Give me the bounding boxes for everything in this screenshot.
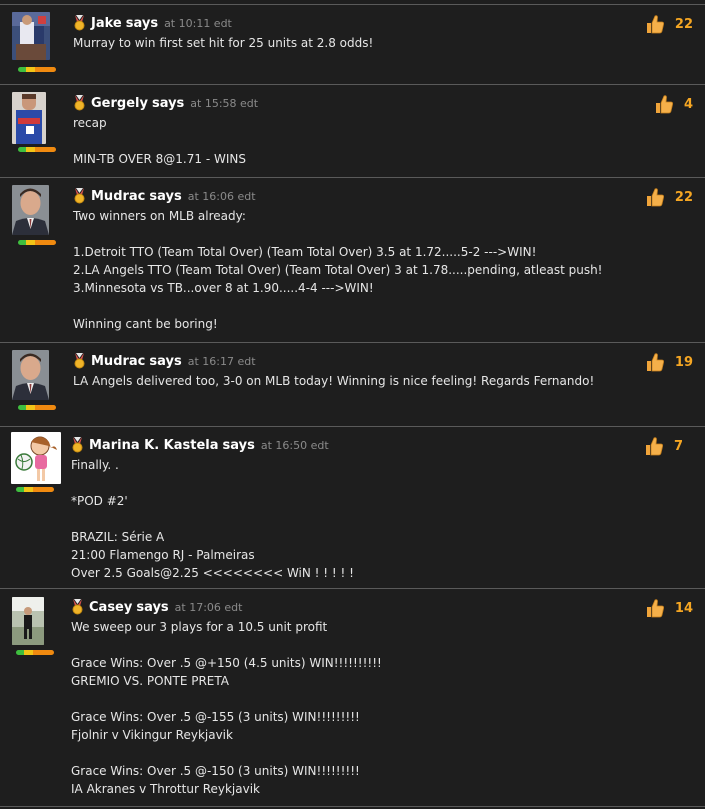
says-label: says — [149, 188, 182, 204]
rank-bar — [18, 147, 56, 152]
like-widget[interactable]: 14 — [645, 598, 693, 618]
like-count: 22 — [674, 189, 693, 205]
comment-line — [73, 297, 625, 315]
avatar[interactable] — [11, 432, 61, 484]
timestamp: at 16:17 edt — [187, 354, 256, 368]
thumbs-up-icon[interactable] — [645, 598, 665, 618]
says-label: says — [125, 15, 159, 31]
comment-line — [71, 510, 625, 528]
medal-icon — [74, 353, 85, 369]
avatar[interactable] — [12, 92, 46, 144]
comment-body: recap MIN-TB OVER 8@1.71 - WINS — [73, 114, 625, 168]
comment-line: Murray to win first set hit for 25 units… — [73, 36, 374, 50]
comment-line: IA Akranes v Throttur Reykjavik — [71, 782, 260, 796]
comment-line: Finally. . — [71, 458, 119, 472]
comment-line — [71, 636, 625, 654]
comment-line: Over 2.5 Goals@2.25 <<<<<<<< WiN ! ! ! !… — [71, 566, 354, 580]
comment-line: 21:00 Flamengo RJ - Palmeiras — [71, 548, 255, 562]
comment-post: Mudrac says at 16:17 edt LA Angels deliv… — [0, 342, 705, 426]
like-count: 4 — [683, 96, 693, 112]
like-count: 22 — [674, 16, 693, 32]
comment-body: Finally. . *POD #2' BRAZIL: Série A 21:0… — [71, 456, 625, 582]
comment-line: 2.LA Angels TTO (Team Total Over) (Team … — [73, 263, 603, 277]
medal-icon — [72, 437, 83, 453]
comment-body: Two winners on MLB already: 1.Detroit TT… — [73, 207, 625, 333]
author-name[interactable]: Mudrac — [91, 354, 145, 369]
comment-line: 1.Detroit TTO (Team Total Over) (Team To… — [73, 245, 537, 259]
author-name[interactable]: Jake — [91, 16, 122, 31]
comment-post: Jake says at 10:11 edt Murray to win fir… — [0, 4, 705, 84]
comment-body: Murray to win first set hit for 25 units… — [73, 34, 625, 52]
says-label: says — [151, 95, 185, 111]
thumbs-up-icon[interactable] — [644, 436, 664, 456]
comment-line — [73, 132, 625, 150]
like-widget[interactable]: 22 — [645, 14, 693, 34]
comment-line: LA Angels delivered too, 3-0 on MLB toda… — [73, 374, 595, 388]
comment-line — [71, 744, 625, 762]
comment-line: Grace Wins: Over .5 @+150 (4.5 units) WI… — [71, 656, 382, 670]
timestamp: at 17:06 edt — [174, 600, 243, 614]
says-label: says — [149, 353, 182, 369]
author-name[interactable]: Gergely — [91, 96, 148, 111]
timestamp: at 10:11 edt — [164, 16, 232, 30]
thumbs-up-icon[interactable] — [645, 14, 665, 34]
timestamp: at 16:06 edt — [187, 189, 256, 203]
comment-line: Grace Wins: Over .5 @-150 (3 units) WIN!… — [71, 764, 360, 778]
like-widget[interactable]: 4 — [654, 94, 693, 114]
comment-post: Marina K. Kastela says at 16:50 edt Fina… — [0, 426, 705, 588]
like-count: 19 — [674, 354, 693, 370]
like-count: 7 — [673, 438, 683, 454]
comment-line: 3.Minnesota vs TB...over 8 at 1.90.....4… — [73, 281, 374, 295]
like-widget[interactable]: 22 — [645, 187, 693, 207]
says-label: says — [222, 437, 255, 453]
timestamp: at 15:58 edt — [190, 96, 259, 110]
says-label: says — [136, 599, 169, 615]
comment-post: Gergely says at 15:58 edt recap MIN-TB O… — [0, 84, 705, 177]
comment-post: Casey says at 17:06 edt We sweep our 3 p… — [0, 588, 705, 806]
comment-line — [71, 690, 625, 708]
comment-line: Fjolnir v Vikingur Reykjavik — [71, 728, 233, 742]
comment-line: recap — [73, 116, 107, 130]
medal-icon — [72, 599, 83, 615]
comment-line: Winning cant be boring! — [73, 317, 218, 331]
divider — [0, 806, 705, 807]
rank-bar — [18, 240, 56, 245]
comment-line — [73, 225, 625, 243]
medal-icon — [74, 95, 85, 111]
author-name[interactable]: Marina K. Kastela — [89, 438, 219, 453]
like-count: 14 — [674, 600, 693, 616]
thumbs-up-icon[interactable] — [645, 187, 665, 207]
comment-body: LA Angels delivered too, 3-0 on MLB toda… — [73, 372, 625, 390]
comment-feed: Jake says at 10:11 edt Murray to win fir… — [0, 0, 705, 809]
comment-line: *POD #2' — [71, 494, 128, 508]
like-widget[interactable]: 19 — [645, 352, 693, 372]
avatar[interactable] — [12, 597, 44, 645]
rank-bar — [18, 405, 56, 410]
author-name[interactable]: Casey — [89, 600, 132, 615]
timestamp: at 16:50 edt — [260, 438, 329, 452]
comment-post: Mudrac says at 16:06 edt Two winners on … — [0, 177, 705, 342]
avatar[interactable] — [12, 12, 50, 60]
thumbs-up-icon[interactable] — [645, 352, 665, 372]
comment-line: GREMIO VS. PONTE PRETA — [71, 674, 229, 688]
comment-line — [71, 474, 625, 492]
comment-body: We sweep our 3 plays for a 10.5 unit pro… — [71, 618, 625, 798]
comment-line: BRAZIL: Série A — [71, 530, 165, 544]
medal-icon — [74, 15, 85, 31]
comment-line: Two winners on MLB already: — [73, 209, 246, 223]
rank-bar — [16, 487, 54, 492]
medal-icon — [74, 188, 85, 204]
rank-bar — [16, 650, 54, 655]
comment-line: Grace Wins: Over .5 @-155 (3 units) WIN!… — [71, 710, 360, 724]
author-name[interactable]: Mudrac — [91, 189, 145, 204]
comment-line: MIN-TB OVER 8@1.71 - WINS — [73, 152, 246, 166]
avatar[interactable] — [12, 350, 49, 400]
avatar[interactable] — [12, 185, 49, 235]
like-widget[interactable]: 7 — [644, 436, 683, 456]
thumbs-up-icon[interactable] — [654, 94, 674, 114]
rank-bar — [18, 67, 56, 72]
comment-line: We sweep our 3 plays for a 10.5 unit pro… — [71, 620, 328, 634]
